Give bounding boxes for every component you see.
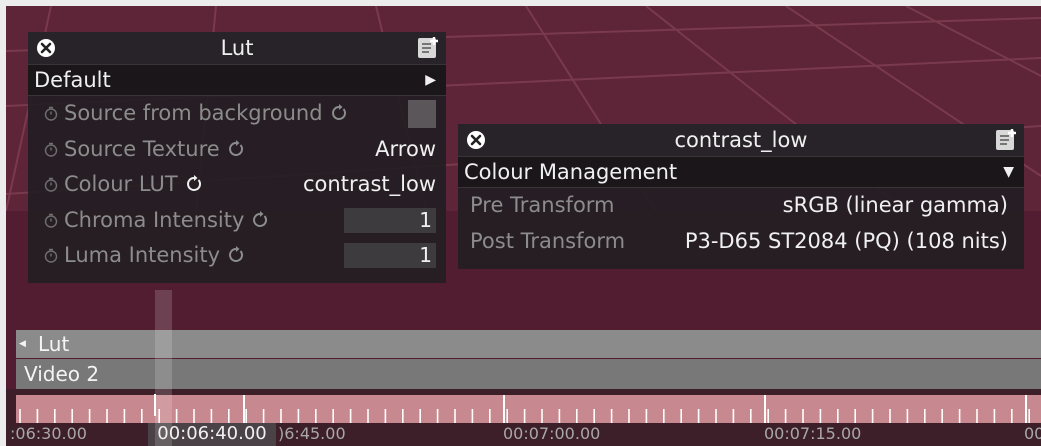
source-texture-value[interactable]: Arrow	[375, 132, 436, 167]
param-row-colour-lut: Colour LUT contrast_low	[28, 167, 446, 203]
pre-transform-value[interactable]: sRGB (linear gamma)	[783, 188, 1008, 223]
param-label: Source Texture	[64, 136, 220, 161]
contrast-low-titlebar: contrast_low	[458, 124, 1024, 156]
playhead[interactable]	[154, 394, 156, 416]
preset-label: Default	[34, 68, 111, 92]
timecode-label: 00:07:15.00	[764, 424, 862, 443]
lut-panel-titlebar: Lut	[28, 32, 446, 64]
param-row-source-from-background: Source from background	[28, 96, 446, 132]
lut-panel-title: Lut	[220, 36, 254, 60]
timecode-label: )6:45.00	[278, 424, 346, 443]
luma-intensity-field[interactable]: 1	[344, 243, 436, 268]
param-label: Source from background	[64, 101, 323, 125]
reset-icon[interactable]	[184, 174, 204, 194]
reset-icon[interactable]	[250, 210, 270, 230]
pre-transform-row: Pre Transform sRGB (linear gamma)	[458, 188, 1024, 224]
stopwatch-icon[interactable]	[44, 177, 58, 192]
timecode-label: :06:30.00	[10, 424, 87, 443]
add-note-icon[interactable]	[416, 36, 440, 60]
add-note-icon[interactable]	[994, 128, 1018, 152]
lut-panel: Lut Default ▶ Source from background Sou…	[28, 32, 446, 283]
colour-lut-value[interactable]: contrast_low	[303, 167, 436, 202]
collapse-arrow-icon[interactable]: ◀	[19, 330, 26, 358]
collapse-arrow-icon[interactable]: ▼	[1003, 157, 1014, 187]
param-label: Chroma Intensity	[64, 207, 245, 232]
colour-management-header[interactable]: Colour Management ▼	[458, 156, 1024, 188]
stopwatch-icon[interactable]	[44, 142, 58, 157]
post-transform-label: Post Transform	[470, 228, 626, 253]
param-row-luma-intensity: Luma Intensity 1	[28, 238, 446, 274]
param-label: Colour LUT	[64, 172, 178, 196]
chroma-intensity-field[interactable]: 1	[344, 207, 436, 233]
colour-management-label: Colour Management	[464, 160, 678, 184]
timecode-label: 00	[1024, 424, 1041, 443]
source-from-background-checkbox[interactable]	[408, 100, 436, 128]
pre-transform-label: Pre Transform	[470, 193, 615, 217]
viewport[interactable]: Lut Default ▶ Source from background Sou…	[6, 6, 1041, 446]
post-transform-row: Post Transform P3-D65 ST2084 (PQ) (108 n…	[458, 224, 1024, 260]
reset-icon[interactable]	[226, 245, 246, 265]
param-row-source-texture: Source Texture Arrow	[28, 132, 446, 168]
timecode-label: 00:07:00.00	[503, 424, 601, 443]
stopwatch-icon[interactable]	[44, 106, 58, 121]
track-video-2-label: Video 2	[24, 362, 100, 386]
stopwatch-icon[interactable]	[44, 248, 58, 263]
stopwatch-icon[interactable]	[44, 213, 58, 228]
reset-icon[interactable]	[226, 139, 246, 159]
contrast-low-panel: contrast_low Colour Management ▼ Pre Tra…	[458, 124, 1024, 269]
track-lut-label: Lut	[38, 332, 70, 356]
expand-arrow-icon[interactable]: ▶	[425, 65, 436, 95]
lut-preset-row[interactable]: Default ▶	[28, 64, 446, 96]
param-row-chroma-intensity: Chroma Intensity 1	[28, 203, 446, 239]
playhead-column	[155, 290, 172, 446]
post-transform-value[interactable]: P3-D65 ST2084 (PQ) (108 nits)	[685, 224, 1008, 259]
reset-icon[interactable]	[329, 103, 349, 123]
contrast-low-title: contrast_low	[674, 128, 808, 152]
param-label: Luma Intensity	[64, 243, 221, 267]
